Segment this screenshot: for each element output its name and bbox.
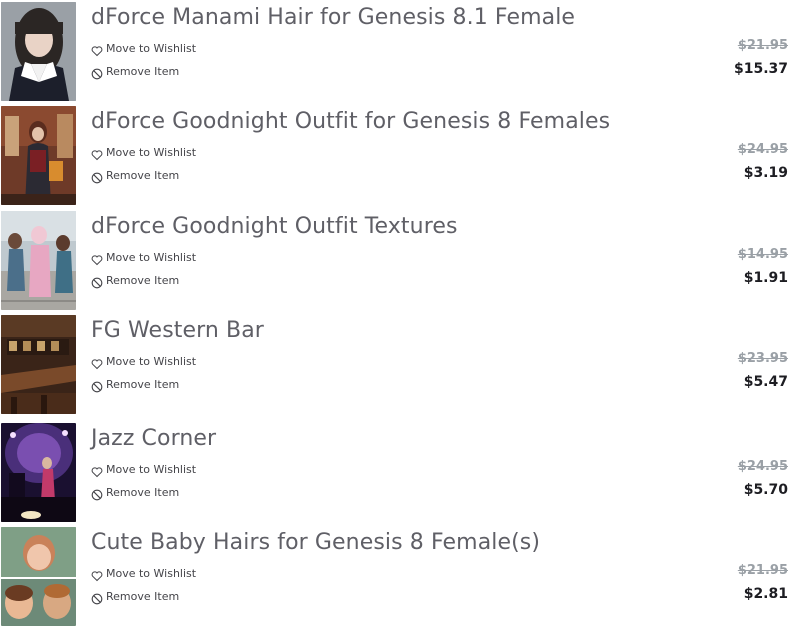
prohibited-icon	[91, 274, 103, 289]
product-title[interactable]: dForce Manami Hair for Genesis 8.1 Femal…	[91, 5, 575, 30]
move-to-wishlist-button[interactable]: Move to Wishlist	[91, 144, 197, 161]
move-to-wishlist-label: Move to Wishlist	[106, 354, 197, 368]
sale-price: $3.19	[743, 165, 788, 181]
original-price: $24.95	[737, 459, 788, 474]
product-title[interactable]: Cute Baby Hairs for Genesis 8 Female(s)	[91, 530, 540, 555]
cart-item: Cute Baby Hairs for Genesis 8 Female(s) …	[0, 525, 810, 629]
remove-item-button[interactable]: Remove Item	[91, 484, 180, 501]
cart-item: dForce Goodnight Outfit for Genesis 8 Fe…	[0, 104, 810, 208]
product-title[interactable]: FG Western Bar	[91, 318, 264, 343]
product-thumbnail[interactable]	[1, 211, 76, 310]
product-thumbnail[interactable]	[1, 315, 76, 414]
sale-price: $1.91	[743, 270, 788, 286]
move-to-wishlist-label: Move to Wishlist	[106, 250, 197, 264]
prohibited-icon	[91, 65, 103, 80]
heart-icon	[91, 146, 103, 161]
product-thumbnail[interactable]	[1, 106, 76, 205]
remove-item-button[interactable]: Remove Item	[91, 588, 180, 605]
heart-icon	[91, 42, 103, 57]
heart-icon	[91, 463, 103, 478]
move-to-wishlist-button[interactable]: Move to Wishlist	[91, 565, 197, 582]
original-price: $24.95	[737, 142, 788, 157]
prohibited-icon	[91, 169, 103, 184]
original-price: $21.95	[737, 563, 788, 578]
product-thumbnail[interactable]	[1, 423, 76, 522]
sale-price: $2.81	[743, 586, 788, 602]
heart-icon	[91, 355, 103, 370]
heart-icon	[91, 567, 103, 582]
original-price: $14.95	[737, 247, 788, 262]
move-to-wishlist-label: Move to Wishlist	[106, 145, 197, 159]
product-thumbnail[interactable]	[1, 527, 76, 626]
prohibited-icon	[91, 590, 103, 605]
product-title[interactable]: Jazz Corner	[91, 426, 216, 451]
cart-item: FG Western Bar Move to Wishlist Remove I…	[0, 313, 810, 417]
move-to-wishlist-button[interactable]: Move to Wishlist	[91, 249, 197, 266]
remove-item-label: Remove Item	[106, 485, 180, 499]
move-to-wishlist-button[interactable]: Move to Wishlist	[91, 461, 197, 478]
remove-item-button[interactable]: Remove Item	[91, 376, 180, 393]
original-price: $23.95	[737, 351, 788, 366]
remove-item-label: Remove Item	[106, 377, 180, 391]
move-to-wishlist-label: Move to Wishlist	[106, 566, 197, 580]
sale-price: $5.47	[743, 374, 788, 390]
original-price: $21.95	[737, 38, 788, 53]
product-thumbnail[interactable]	[1, 2, 76, 101]
move-to-wishlist-button[interactable]: Move to Wishlist	[91, 40, 197, 57]
prohibited-icon	[91, 378, 103, 393]
remove-item-button[interactable]: Remove Item	[91, 63, 180, 80]
remove-item-label: Remove Item	[106, 168, 180, 182]
remove-item-label: Remove Item	[106, 589, 180, 603]
move-to-wishlist-label: Move to Wishlist	[106, 41, 197, 55]
cart-item: Jazz Corner Move to Wishlist Remove Item…	[0, 421, 810, 525]
remove-item-button[interactable]: Remove Item	[91, 272, 180, 289]
cart-item-list: dForce Manami Hair for Genesis 8.1 Femal…	[0, 0, 810, 629]
sale-price: $15.37	[733, 61, 788, 77]
heart-icon	[91, 251, 103, 266]
remove-item-label: Remove Item	[106, 64, 180, 78]
product-title[interactable]: dForce Goodnight Outfit Textures	[91, 214, 458, 239]
move-to-wishlist-label: Move to Wishlist	[106, 462, 197, 476]
prohibited-icon	[91, 486, 103, 501]
sale-price: $5.70	[743, 482, 788, 498]
cart-item: dForce Goodnight Outfit Textures Move to…	[0, 209, 810, 313]
remove-item-label: Remove Item	[106, 273, 180, 287]
move-to-wishlist-button[interactable]: Move to Wishlist	[91, 353, 197, 370]
cart-item: dForce Manami Hair for Genesis 8.1 Femal…	[0, 0, 810, 104]
remove-item-button[interactable]: Remove Item	[91, 167, 180, 184]
product-title[interactable]: dForce Goodnight Outfit for Genesis 8 Fe…	[91, 109, 610, 134]
